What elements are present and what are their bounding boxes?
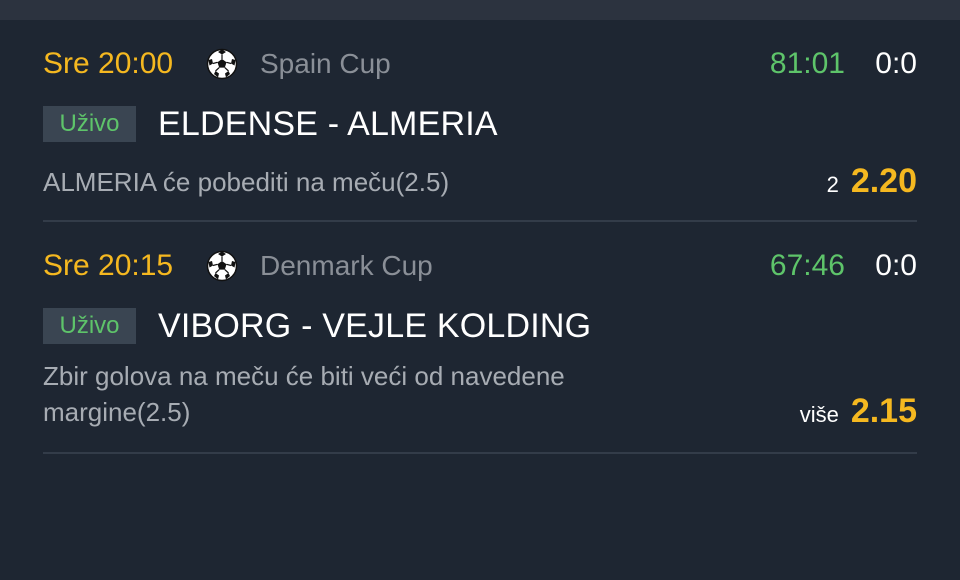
soccer-ball-icon	[206, 250, 238, 282]
match-teams[interactable]: VIBORG - VEJLE KOLDING	[158, 306, 591, 346]
bet-card[interactable]: Sre 20:15 Denmark Cup 67:46 0:0 Uživo VI…	[43, 222, 917, 454]
league-name: Spain Cup	[260, 48, 391, 79]
bet-row: ALMERIA će pobediti na meču(2.5) 2 2.20	[43, 162, 917, 202]
match-header: Sre 20:15 Denmark Cup 67:46 0:0	[43, 246, 917, 286]
odds-value: 2.20	[850, 162, 917, 200]
live-badge: Uživo	[43, 106, 136, 142]
bet-card[interactable]: Sre 20:00 Spain Cup 81:01 0:0 Uživo ELDE…	[43, 20, 917, 222]
match-time: Sre 20:00	[43, 47, 174, 80]
bet-row: Zbir golova na meču će biti veći od nave…	[43, 358, 917, 434]
match-header: Sre 20:00 Spain Cup 81:01 0:0	[43, 44, 917, 84]
bet-pick: 2	[826, 172, 839, 197]
live-clock: 67:46	[769, 249, 845, 282]
live-badge: Uživo	[43, 308, 136, 344]
bet-description: Zbir golova na meču će biti veći od nave…	[43, 361, 565, 427]
live-clock: 81:01	[769, 47, 845, 80]
bet-description: ALMERIA će pobediti na meču(2.5)	[43, 167, 450, 197]
league-name: Denmark Cup	[260, 250, 433, 281]
match-score: 0:0	[875, 249, 917, 282]
top-strip	[0, 0, 960, 20]
match-time: Sre 20:15	[43, 249, 174, 282]
match-score: 0:0	[875, 47, 917, 80]
match-teams-row: Uživo ELDENSE - ALMERIA	[43, 104, 917, 144]
match-teams[interactable]: ELDENSE - ALMERIA	[158, 104, 498, 144]
odds-value: 2.15	[850, 392, 917, 430]
odds-group[interactable]: 2 2.20	[827, 162, 917, 201]
odds-group[interactable]: više 2.15	[800, 392, 917, 431]
soccer-ball-icon	[206, 48, 238, 80]
match-teams-row: Uživo VIBORG - VEJLE KOLDING	[43, 306, 917, 346]
bet-pick: više	[799, 402, 839, 427]
